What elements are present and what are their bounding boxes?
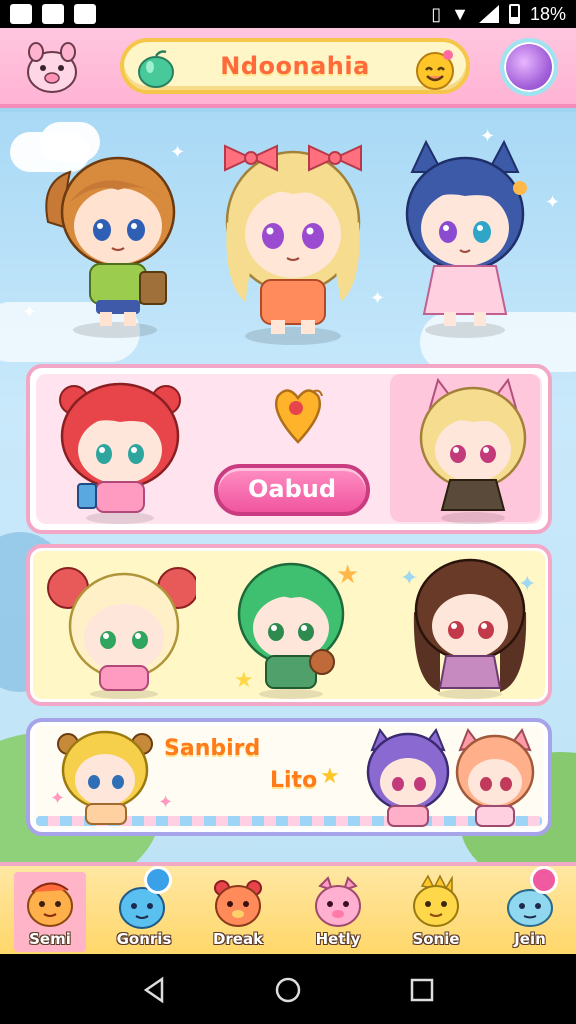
star-icon: ★ xyxy=(320,764,340,789)
top-header: Ndoonahia xyxy=(0,28,576,108)
nav-label: Jein xyxy=(514,930,546,948)
back-icon[interactable] xyxy=(140,976,168,1004)
nav-item-sonie[interactable]: Sonie xyxy=(400,872,472,952)
home-icon[interactable] xyxy=(274,976,302,1004)
heart-pin-icon xyxy=(275,389,323,444)
notification-badge xyxy=(530,866,558,894)
chibi-purple-cat[interactable] xyxy=(360,728,456,828)
wifi-icon: ▼ xyxy=(451,3,469,24)
pink-pig-icon xyxy=(315,876,361,927)
yellow-chick-icon xyxy=(413,874,459,927)
hero-blonde-bows[interactable] xyxy=(205,122,380,347)
status-bar: ▯ ▼ 18% xyxy=(0,0,576,28)
green-apple-icon xyxy=(138,50,174,88)
sparkle-icon: ✦ xyxy=(22,302,38,323)
cloud-icon xyxy=(42,4,64,24)
recents-icon[interactable] xyxy=(408,976,436,1004)
panel3-label-2: Lito xyxy=(270,768,318,793)
main-scene: ✦ ✦ ✦ ✦ ✦ Oabud ★ ★ ✦ ✦ ✦ ✦ Sanbird Lito… xyxy=(0,112,576,862)
pig-mascot-icon[interactable] xyxy=(22,38,82,98)
purple-orb-icon[interactable] xyxy=(500,38,558,96)
nav-label: Hetly xyxy=(315,930,361,948)
red-bear-icon xyxy=(214,880,262,927)
nav-label: Semi xyxy=(29,930,71,948)
star-icon: ✦ xyxy=(158,792,174,813)
system-nav-bar xyxy=(0,954,576,1024)
nav-item-jein[interactable]: Jein xyxy=(494,866,566,952)
nav-item-hetly[interactable]: Hetly xyxy=(302,872,374,952)
smiley-icon xyxy=(416,50,454,90)
primary-action-button[interactable]: Oabud xyxy=(214,464,370,516)
chibi-blonde-cat[interactable] xyxy=(408,374,538,524)
nav-item-dreak[interactable]: Dreak xyxy=(202,872,274,952)
nav-label: Dreak xyxy=(212,930,264,948)
nav-label: Gonris xyxy=(116,930,172,948)
battery-percent: 18% xyxy=(529,3,566,24)
nav-label: Sonie xyxy=(412,930,460,948)
friends-panel: ✦ ✦ Sanbird Lito ★ xyxy=(26,718,552,836)
bottom-nav: Semi Gonris Dreak Hetly Sonie Jein xyxy=(0,862,576,954)
nav-item-semi[interactable]: Semi xyxy=(14,872,86,952)
hero-blue-cat[interactable] xyxy=(390,132,540,342)
hero-brown-ponytail[interactable] xyxy=(40,132,190,342)
orange-bird-icon xyxy=(27,882,73,927)
title-banner: Ndoonahia xyxy=(120,38,470,94)
featured-panel: Oabud xyxy=(26,364,552,534)
chibi-peach-cat[interactable] xyxy=(450,728,540,828)
nav-item-gonris[interactable]: Gonris xyxy=(108,866,180,952)
image-icon xyxy=(74,4,96,24)
green-hair-girl[interactable] xyxy=(226,554,356,700)
battery-icon xyxy=(508,4,520,24)
notification-icon xyxy=(10,4,32,24)
chibi-red-hair[interactable] xyxy=(50,374,190,524)
notification-badge xyxy=(144,866,172,894)
signal-icon xyxy=(478,5,499,23)
chibi-blonde-bear[interactable] xyxy=(50,728,160,826)
cream-bun-girl[interactable] xyxy=(46,554,196,700)
panel3-label-1: Sanbird xyxy=(164,736,261,761)
star-icon: ✦ xyxy=(50,788,66,809)
brown-hair-girl[interactable] xyxy=(400,552,540,700)
roster-panel: ★ ★ ✦ ✦ xyxy=(26,544,552,706)
sparkle-icon: ✦ xyxy=(545,192,561,213)
app-title: Ndoonahia xyxy=(220,52,370,80)
vibrate-icon: ▯ xyxy=(431,3,442,24)
